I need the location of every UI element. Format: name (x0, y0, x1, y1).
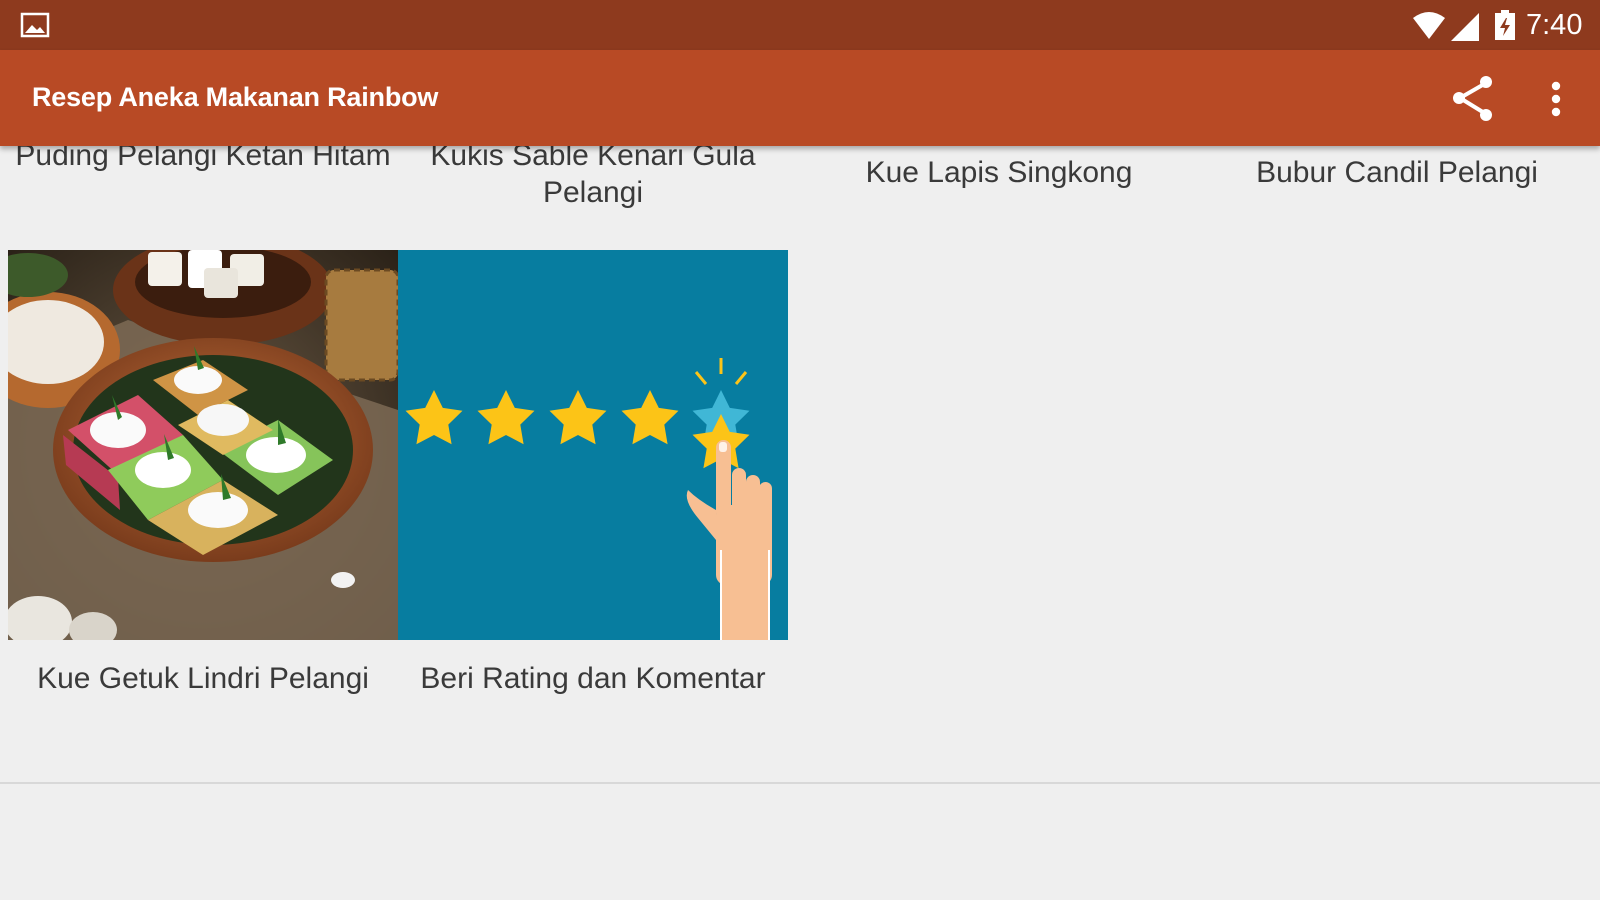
status-time: 7:40 (1526, 9, 1583, 41)
getuk-lindri-photo[interactable] (8, 250, 398, 640)
status-bar: 7:40 (0, 0, 1600, 50)
recipe-grid: Puding Pelangi Ketan Hitam Kukis Sable K… (0, 146, 1600, 784)
grid-item-kukis-sable-kenari[interactable]: Kukis Sable Kenari Gula Pelangi (398, 146, 788, 211)
bottom-divider (0, 782, 1600, 784)
share-icon (1453, 76, 1492, 121)
more-vert-icon (1551, 81, 1561, 117)
rating-stars-illustration[interactable] (398, 250, 788, 640)
food-photo-image (8, 250, 398, 640)
action-bar: Resep Aneka Makanan Rainbow (0, 50, 1600, 146)
grid-item-beri-rating[interactable]: Beri Rating dan Komentar (398, 660, 788, 697)
signal-icon (1451, 13, 1479, 41)
grid-item-puding-pelangi-ketan-hitam[interactable]: Puding Pelangi Ketan Hitam (8, 146, 398, 174)
battery-icon (1495, 10, 1515, 40)
more-options-button[interactable] (1536, 74, 1576, 124)
rating-illustration-image (398, 250, 788, 640)
grid-item-kue-lapis-singkong[interactable]: Kue Lapis Singkong (804, 154, 1194, 191)
gallery-icon (20, 12, 50, 38)
grid-item-kue-getuk-lindri-pelangi[interactable]: Kue Getuk Lindri Pelangi (8, 660, 398, 697)
grid-item-bubur-candil-pelangi[interactable]: Bubur Candil Pelangi (1202, 154, 1592, 191)
wifi-icon (1413, 12, 1445, 39)
share-button[interactable] (1448, 72, 1498, 126)
app-title: Resep Aneka Makanan Rainbow (32, 82, 439, 112)
